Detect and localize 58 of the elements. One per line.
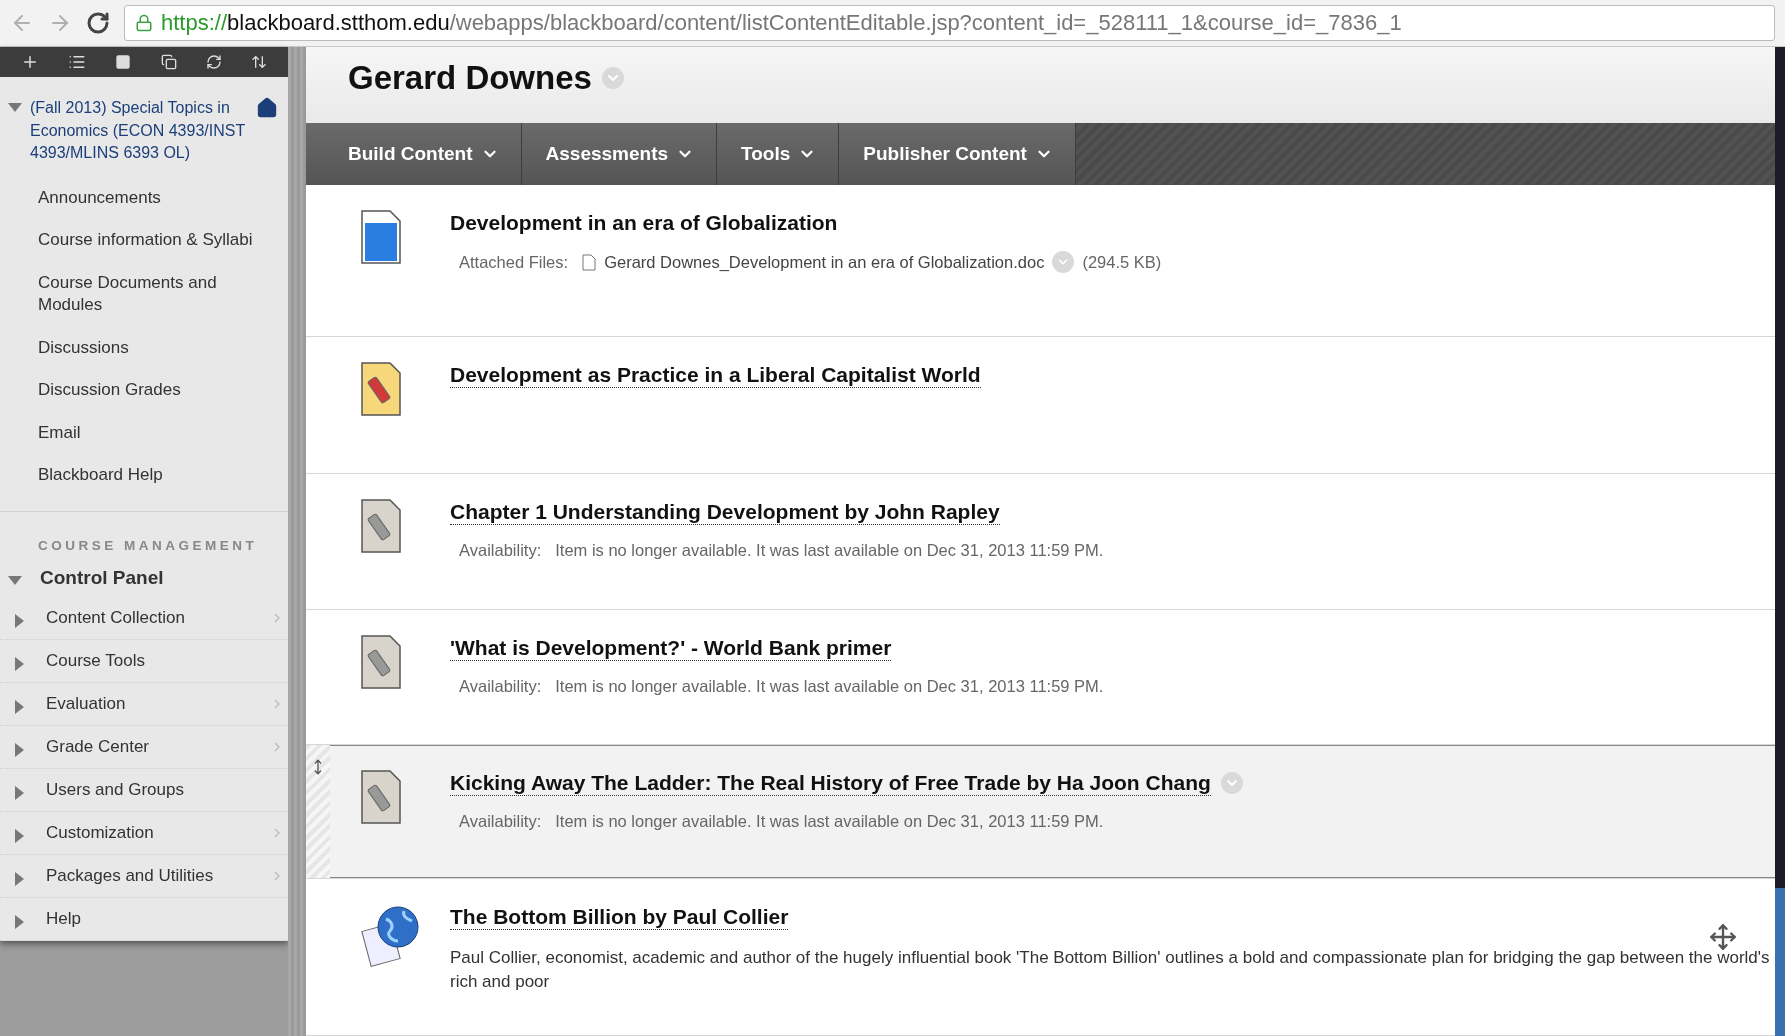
list-icon[interactable] — [68, 53, 86, 71]
sidebar-link[interactable]: Course information & Syllabi — [0, 219, 288, 262]
section-heading: COURSE MANAGEMENT — [37, 536, 259, 555]
copy-icon[interactable] — [160, 54, 177, 70]
expand-triangle-icon[interactable] — [8, 576, 22, 585]
refresh-icon[interactable] — [205, 54, 222, 70]
move-cursor-icon — [1709, 922, 1737, 951]
pencil-document-icon — [360, 497, 402, 554]
item-title[interactable]: Kicking Away The Ladder: The Real History of Free Trade by Ha Joon Chang — [450, 770, 1211, 796]
reload-icon[interactable] — [86, 11, 110, 35]
expand-triangle-icon[interactable] — [15, 785, 24, 800]
pencil-document-icon — [360, 768, 402, 825]
menu-button[interactable]: Tools — [717, 123, 840, 185]
availability-label: Availability: — [459, 540, 542, 560]
square-icon[interactable] — [115, 54, 132, 70]
availability-label: Availability: — [459, 676, 542, 696]
sidebar-link[interactable]: Course Documents and Modules — [0, 261, 288, 327]
sidebar-link[interactable]: Blackboard Help — [0, 454, 288, 497]
item-title[interactable]: 'What is Development?' - World Bank primer — [450, 635, 892, 661]
file-link[interactable]: Gerard Downes_Development in an era of Globalization.doc — [604, 252, 1045, 272]
pencil-document-icon — [360, 360, 402, 417]
pencil-document-icon — [360, 633, 402, 690]
sidebar-link[interactable]: Discussions — [0, 326, 288, 369]
lock-icon — [135, 14, 153, 32]
availability-text: Item is no longer available. It was last available on Dec 31, 2013 11:59 PM. — [555, 676, 1104, 696]
menu-button[interactable]: Build Content — [306, 123, 522, 185]
expand-triangle-icon[interactable] — [15, 613, 24, 628]
sidebar-link[interactable]: Email — [0, 411, 288, 454]
sidebar-link[interactable]: Announcements — [0, 176, 288, 219]
expand-triangle-icon[interactable] — [15, 699, 24, 714]
expand-triangle-icon[interactable] — [15, 828, 24, 843]
home-icon[interactable] — [256, 97, 278, 119]
expand-triangle-icon[interactable] — [8, 103, 22, 112]
item-title[interactable]: The Bottom Billion by Paul Collier — [450, 904, 789, 930]
document-icon — [360, 209, 402, 265]
menu-button[interactable]: Assessments — [521, 123, 718, 185]
sort-icon[interactable] — [251, 54, 268, 70]
file-icon — [582, 253, 597, 271]
availability-text: Item is no longer available. It was last available on Dec 31, 2013 11:59 PM. — [555, 811, 1104, 831]
course-title-link[interactable]: (Fall 2013) Special Topics in Economics (ECON 4393/INST 4393/MLINS 6393 OL) — [30, 97, 248, 165]
availability-text: Item is no longer available. It was last available on Dec 31, 2013 11:59 PM. — [555, 540, 1104, 560]
url-text: https://blackboard.stthom.edu/webapps/blackboard/content/listContentEditable.jsp?content_id=_528111_1&course_id=_7836_1 — [161, 10, 1402, 36]
file-size: (294.5 KB) — [1082, 252, 1162, 272]
address-bar[interactable]: https://blackboard.stthom.edu/webapps/blackboard/content/listContentEditable.jsp?content_id=_528111_1&course_id=_7836_1 — [124, 5, 1775, 41]
attached-files-label: Attached Files: — [459, 252, 569, 272]
menu-button[interactable]: Publisher Content — [839, 123, 1076, 185]
expand-triangle-icon[interactable] — [15, 914, 24, 929]
availability-label: Availability: — [459, 811, 542, 831]
expand-triangle-icon[interactable] — [15, 871, 24, 886]
expand-triangle-icon[interactable] — [15, 742, 24, 757]
item-description: Paul Collier, economist, academic and author of the hugely influential book 'The Bottom Billion' outlines a bold and compassionate plan for bridging the gap between the world's rich and poor — [450, 946, 1771, 993]
sidebar-link[interactable]: Discussion Grades — [0, 369, 288, 412]
item-title[interactable]: Development as Practice in a Liberal Capitalist World — [450, 362, 981, 388]
expand-triangle-icon[interactable] — [15, 656, 24, 671]
item-title[interactable]: Development in an era of Globalization — [450, 211, 838, 235]
control-panel-link[interactable]: Control Panel — [40, 566, 164, 589]
page-title: Gerard Downes — [348, 59, 592, 97]
item-title[interactable]: Chapter 1 Understanding Development by John Rapley — [450, 499, 1000, 525]
